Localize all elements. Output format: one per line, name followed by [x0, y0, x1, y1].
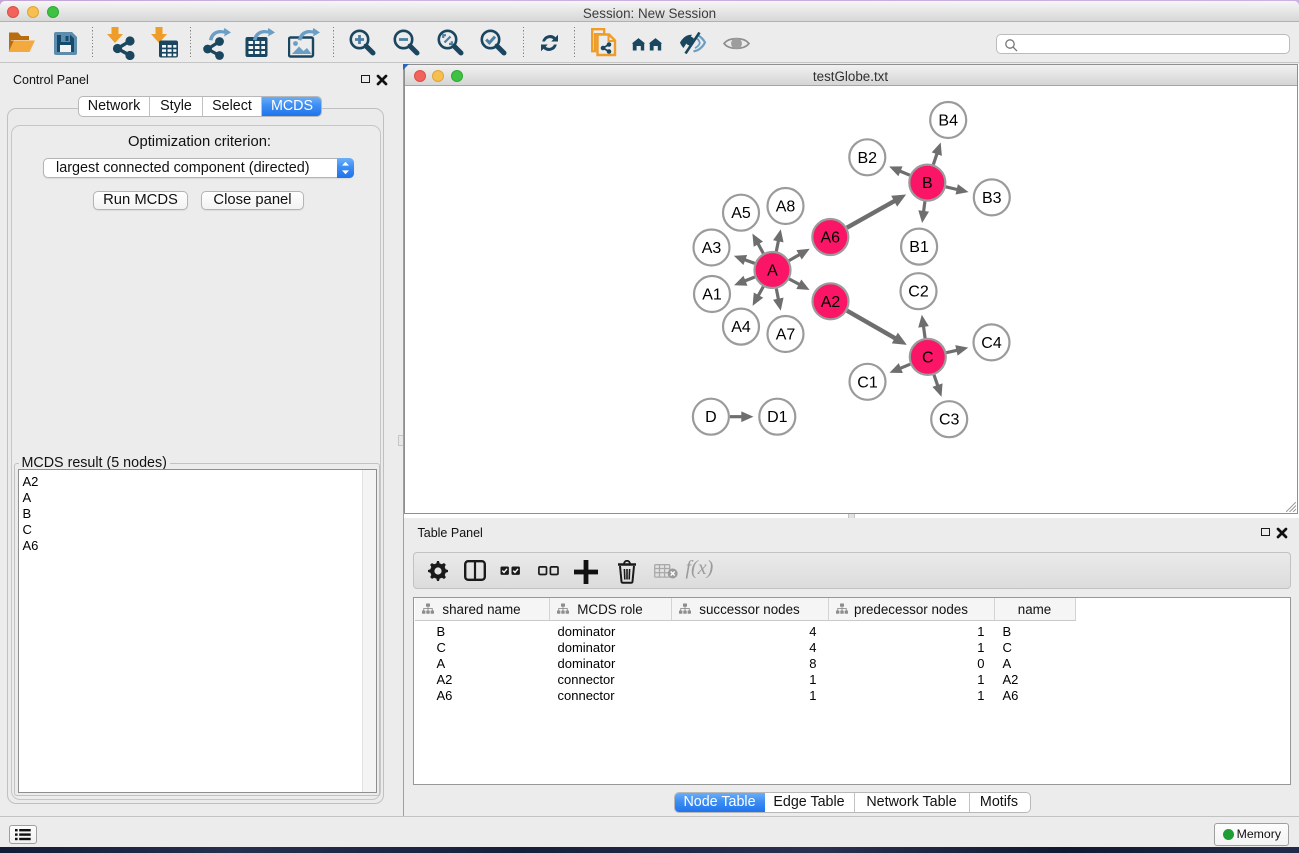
svg-text:A6: A6 — [820, 230, 840, 247]
svg-text:B: B — [921, 175, 932, 192]
svg-text:A5: A5 — [731, 205, 751, 222]
svg-text:B3: B3 — [982, 190, 1002, 207]
svg-text:C: C — [922, 349, 934, 366]
svg-text:A: A — [767, 263, 778, 280]
svg-text:C4: C4 — [981, 335, 1002, 352]
svg-text:B2: B2 — [857, 150, 877, 167]
svg-text:A7: A7 — [775, 327, 795, 344]
svg-text:A3: A3 — [701, 240, 721, 257]
svg-text:C3: C3 — [938, 412, 959, 429]
svg-text:D1: D1 — [767, 409, 788, 426]
svg-text:D: D — [705, 409, 717, 426]
svg-text:A4: A4 — [731, 319, 751, 336]
svg-text:C2: C2 — [908, 284, 929, 301]
svg-text:B1: B1 — [909, 239, 929, 256]
svg-text:B4: B4 — [938, 113, 958, 130]
svg-text:C1: C1 — [857, 374, 878, 391]
svg-text:A8: A8 — [775, 199, 795, 216]
svg-text:A2: A2 — [820, 294, 840, 311]
svg-text:A1: A1 — [702, 287, 722, 304]
